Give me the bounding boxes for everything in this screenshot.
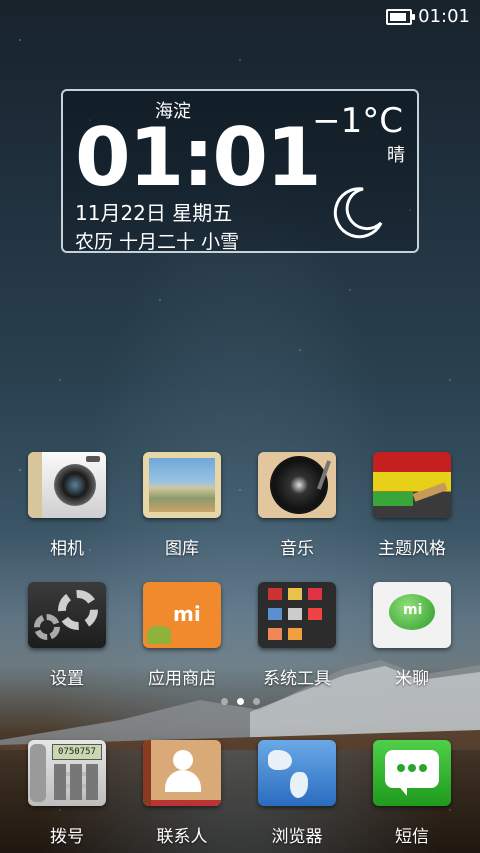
app-themes[interactable]: 主题风格: [362, 452, 462, 559]
widget-weather-condition: 晴: [387, 145, 405, 166]
phone-icon: 0750757: [28, 740, 106, 806]
page-dot-active[interactable]: [236, 698, 244, 705]
app-settings[interactable]: 设置: [17, 582, 117, 689]
moon-icon: [333, 187, 383, 239]
app-gallery[interactable]: 图库: [132, 452, 232, 559]
widget-lunar-date: 农历 十月二十 小雪: [75, 231, 240, 253]
status-time: 01:01: [418, 6, 470, 27]
toolbox-icon: [258, 582, 336, 648]
app-label: 米聊: [395, 669, 429, 689]
app-label: 音乐: [280, 539, 314, 559]
gallery-icon: [143, 452, 221, 518]
globe-map-icon: [258, 740, 336, 806]
clock-weather-widget[interactable]: 海淀 01:01 11月22日 星期五 农历 十月二十 小雪 −1°C 晴: [61, 89, 419, 253]
app-label: 设置: [50, 669, 84, 689]
battery-icon: [386, 8, 416, 25]
gear-icon: [28, 582, 106, 648]
widget-date: 11月22日 星期五: [75, 201, 233, 225]
dock-messages[interactable]: 短信: [362, 740, 462, 847]
app-music[interactable]: 音乐: [247, 452, 347, 559]
app-label: 应用商店: [148, 669, 216, 689]
app-label: 短信: [395, 827, 429, 847]
page-indicator[interactable]: [0, 698, 480, 705]
page-dot[interactable]: [220, 698, 228, 705]
app-label: 主题风格: [378, 539, 446, 559]
chat-bubble-icon: mi: [373, 582, 451, 648]
camera-icon: [28, 452, 106, 518]
app-system-tools[interactable]: 系统工具: [247, 582, 347, 689]
music-record-icon: [258, 452, 336, 518]
app-store[interactable]: mi 应用商店: [132, 582, 232, 689]
app-label: 浏览器: [271, 827, 323, 847]
app-camera[interactable]: 相机: [17, 452, 117, 559]
shopping-bag-icon: mi: [143, 582, 221, 648]
message-bubble-icon: [373, 740, 451, 806]
dock-contacts[interactable]: 联系人: [132, 740, 232, 847]
dock-browser[interactable]: 浏览器: [247, 740, 347, 847]
app-label: 联系人: [156, 827, 208, 847]
paintbrush-icon: [373, 452, 451, 518]
dialer-display: 0750757: [52, 744, 102, 760]
contacts-book-icon: [143, 740, 221, 806]
app-label: 系统工具: [263, 669, 331, 689]
app-label: 拨号: [50, 827, 84, 847]
widget-temperature: −1°C: [312, 101, 403, 141]
app-miliao[interactable]: mi 米聊: [362, 582, 462, 689]
app-label: 图库: [165, 539, 199, 559]
status-bar: 01:01: [0, 0, 480, 33]
widget-clock[interactable]: 01:01: [75, 113, 322, 203]
app-label: 相机: [50, 539, 84, 559]
page-dot[interactable]: [252, 698, 260, 705]
dock-dialer[interactable]: 0750757 拨号: [17, 740, 117, 847]
